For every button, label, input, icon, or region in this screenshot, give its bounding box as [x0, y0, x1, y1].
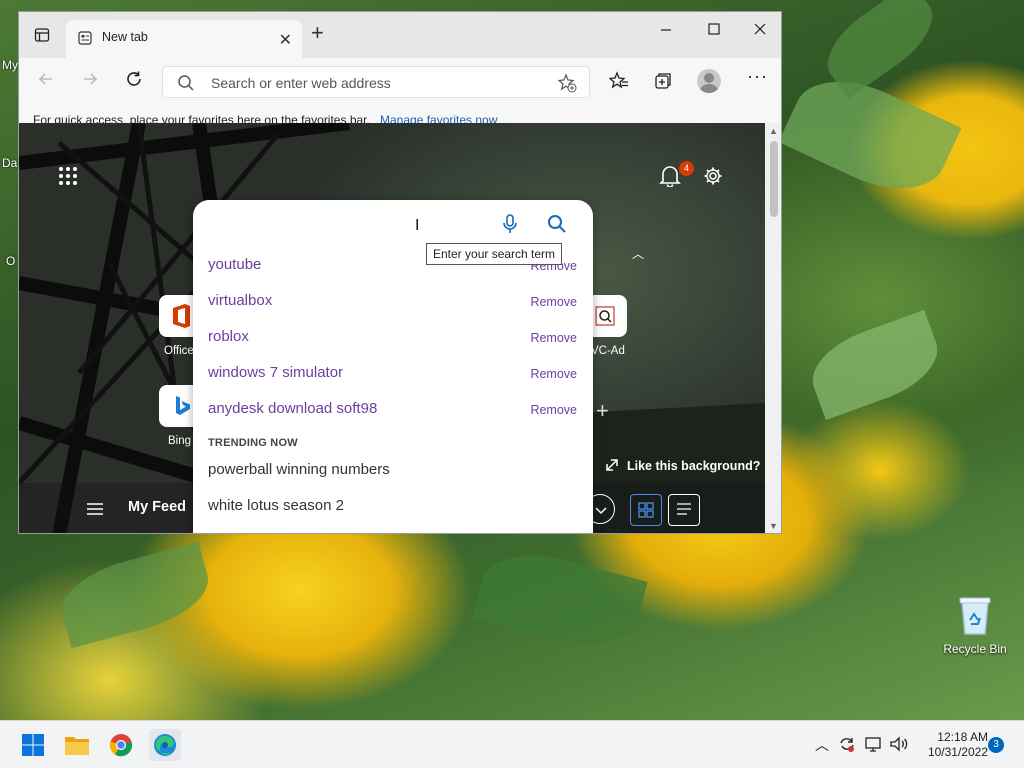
forward-button[interactable]: [81, 70, 99, 93]
tab-actions-icon: [34, 28, 50, 42]
remove-link[interactable]: Remove: [530, 295, 577, 309]
tab-title: New tab: [102, 30, 148, 44]
add-favorite-icon[interactable]: [557, 73, 577, 93]
new-tab-page-icon: [78, 31, 92, 45]
like-background-label: Like this background?: [627, 459, 761, 473]
remove-link[interactable]: Remove: [530, 403, 577, 417]
notification-center-badge[interactable]: 3: [988, 737, 1004, 753]
like-background-button[interactable]: Like this background?: [605, 458, 760, 473]
file-explorer-button[interactable]: [61, 729, 93, 761]
chrome-button[interactable]: [105, 729, 137, 761]
address-placeholder: Search or enter web address: [211, 75, 391, 91]
recent-search-item[interactable]: roblox Remove: [193, 320, 593, 356]
notification-badge: 4: [679, 161, 694, 176]
recycle-bin-label: Recycle Bin: [943, 642, 1007, 656]
address-bar[interactable]: Search or enter web address: [162, 66, 590, 98]
quick-link-office-label: Office: [164, 345, 194, 357]
list-view-icon: [677, 503, 691, 515]
search-suggestions-panel: I Enter your search term youtube Remove …: [193, 200, 593, 533]
expand-icon: [606, 459, 618, 471]
list-view-button[interactable]: [668, 494, 700, 526]
trending-heading: TRENDING NOW: [208, 437, 298, 449]
start-button[interactable]: [17, 729, 49, 761]
maximize-icon: [708, 23, 720, 35]
microphone-icon[interactable]: [503, 214, 517, 234]
recycle-bin[interactable]: Recycle Bin: [940, 596, 1010, 656]
text-cursor-icon: I: [415, 217, 420, 234]
my-feed-tab[interactable]: My Feed: [128, 499, 186, 515]
quick-link-bing-label: Bing: [168, 435, 192, 447]
search-submit-icon[interactable]: [547, 214, 567, 234]
apps-launcher-icon[interactable]: [59, 167, 77, 185]
forward-arrow-icon: [84, 73, 98, 85]
trending-search-item[interactable]: powerball winning numbers: [208, 461, 390, 478]
show-hidden-icons-chevron-icon[interactable]: ︿: [815, 735, 829, 755]
new-tab-page: 4 Office Bing VC-Ad ︿ + Like this backgr…: [19, 123, 765, 533]
remove-link[interactable]: Remove: [530, 367, 577, 381]
collections-icon[interactable]: [653, 71, 673, 91]
minimize-button[interactable]: [659, 22, 673, 41]
scroll-up-icon[interactable]: ▲: [769, 126, 778, 136]
clock-time: 12:18 AM: [937, 730, 988, 744]
favorites-icon[interactable]: [609, 71, 629, 91]
back-button[interactable]: [37, 70, 55, 93]
grid-view-button[interactable]: [630, 494, 662, 526]
search-input[interactable]: I: [193, 200, 593, 246]
recent-search-text: roblox: [208, 328, 249, 345]
recent-search-text: virtualbox: [208, 292, 273, 309]
add-quick-link-button[interactable]: +: [596, 398, 609, 424]
profile-avatar[interactable]: [697, 69, 721, 93]
edge-window: New tab ✕ + Search or enter web address: [18, 11, 782, 534]
navigation-toolbar: Search or enter web address ···: [19, 58, 781, 104]
maximize-button[interactable]: [707, 22, 721, 41]
collapse-quick-links-icon[interactable]: ︿: [632, 245, 644, 262]
notification-bell-icon[interactable]: [659, 165, 681, 187]
settings-gear-icon[interactable]: [703, 166, 723, 186]
refresh-icon: [127, 71, 141, 86]
chrome-icon: [109, 734, 133, 757]
desktop-icon-label-1[interactable]: My: [2, 58, 18, 72]
more-options-button[interactable]: ···: [747, 66, 768, 87]
tab-close-icon[interactable]: ✕: [279, 30, 292, 50]
grid-view-icon: [638, 502, 654, 518]
network-icon[interactable]: [864, 735, 882, 753]
clock-date: 10/31/2022: [927, 745, 988, 759]
search-icon: [178, 75, 194, 91]
tab-strip: New tab ✕ +: [19, 12, 781, 58]
edge-icon: [154, 734, 176, 756]
remove-link[interactable]: Remove: [530, 331, 577, 345]
page-scrollbar[interactable]: ▲ ▼: [765, 123, 781, 533]
recent-search-item[interactable]: anydesk download soft98 Remove: [193, 392, 593, 428]
trending-search-item[interactable]: white lotus season 2: [208, 497, 344, 514]
quick-link-vc-ad-label: VC-Ad: [591, 345, 625, 357]
tab-new-tab[interactable]: New tab ✕: [66, 20, 302, 58]
taskbar-clock[interactable]: 12:18 AM 10/31/2022: [912, 730, 988, 760]
recent-search-text: youtube: [208, 256, 262, 273]
new-tab-button[interactable]: +: [311, 22, 324, 44]
close-icon: [754, 23, 766, 35]
edge-taskbar-button[interactable]: [149, 729, 181, 761]
recent-search-text: windows 7 simulator: [208, 364, 344, 381]
taskbar: ︿ 12:18 AM 10/31/2022 3: [0, 720, 1024, 768]
scroll-down-icon[interactable]: ▼: [769, 521, 778, 531]
windows-logo-icon: [22, 734, 44, 756]
folder-icon: [65, 737, 89, 755]
search-tooltip: Enter your search term: [426, 243, 563, 265]
refresh-button[interactable]: [125, 70, 143, 93]
minimize-icon: [661, 29, 671, 31]
recycle-bin-icon: [958, 596, 992, 636]
sync-alert-icon[interactable]: [838, 735, 856, 753]
recent-search-item[interactable]: virtualbox Remove: [193, 284, 593, 320]
menu-hamburger-icon[interactable]: [87, 503, 103, 515]
recent-search-item[interactable]: windows 7 simulator Remove: [193, 356, 593, 392]
close-window-button[interactable]: [753, 22, 767, 41]
recent-search-text: anydesk download soft98: [208, 400, 378, 417]
volume-icon[interactable]: [889, 735, 909, 753]
desktop-icon-label-2[interactable]: Da: [2, 156, 17, 170]
desktop-icon-label-3[interactable]: O: [6, 254, 15, 268]
scrollbar-thumb[interactable]: [770, 141, 778, 217]
tab-actions-button[interactable]: [27, 24, 57, 46]
back-arrow-icon: [38, 73, 52, 85]
